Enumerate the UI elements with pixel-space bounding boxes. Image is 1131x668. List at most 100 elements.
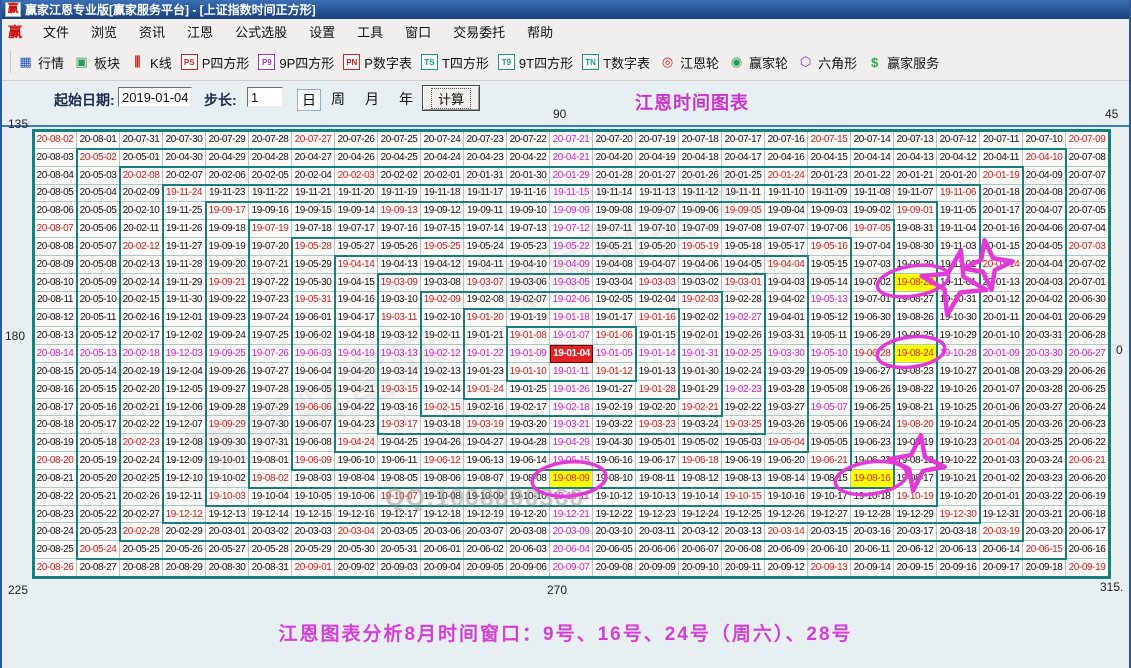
grid-cell-19-04-19: 19-04-19 (335, 345, 378, 363)
grid-cell-20-02-04: 20-02-04 (292, 167, 335, 185)
grid-cell-19-01-17: 19-01-17 (593, 309, 636, 327)
grid-cell-19-02-14: 19-02-14 (421, 381, 464, 399)
grid-cell-19-02-11: 19-02-11 (421, 327, 464, 345)
grid-cell-20-07-27: 20-07-27 (292, 131, 335, 149)
grid-cell-19-10-22: 19-10-22 (937, 452, 980, 470)
grid-cell-19-03-04: 19-03-04 (593, 274, 636, 292)
grid-cell-20-06-07: 20-06-07 (679, 541, 722, 559)
menu-item-窗口[interactable]: 窗口 (394, 25, 442, 40)
grid-cell-20-02-29: 20-02-29 (163, 523, 206, 541)
grid-cell-20-07-29: 20-07-29 (206, 131, 249, 149)
menu-item-交易委托[interactable]: 交易委托 (442, 25, 516, 40)
grid-cell-19-09-10: 19-09-10 (507, 202, 550, 220)
grid-cell-19-09-12: 19-09-12 (421, 202, 464, 220)
grid-cell-20-06-26: 20-06-26 (1066, 363, 1109, 381)
menu-item-帮助[interactable]: 帮助 (516, 25, 564, 40)
grid-cell-19-03-01: 19-03-01 (722, 274, 765, 292)
grid-cell-20-02-09: 20-02-09 (120, 185, 163, 203)
grid-cell-19-04-17: 19-04-17 (335, 309, 378, 327)
start-date-input[interactable] (118, 87, 192, 107)
menu-item-工具[interactable]: 工具 (346, 25, 394, 40)
toolbar-label: 9T四方形 (519, 53, 573, 72)
grid-cell-19-02-25: 19-02-25 (722, 345, 765, 363)
grid-cell-19-04-22: 19-04-22 (335, 399, 378, 417)
grid-cell-20-02-21: 20-02-21 (120, 399, 163, 417)
grid-cell-20-02-26: 20-02-26 (120, 488, 163, 506)
step-input[interactable] (247, 87, 283, 107)
grid-cell-19-10-17: 19-10-17 (808, 488, 851, 506)
grid-cell-19-03-05: 19-03-05 (550, 274, 593, 292)
grid-cell-19-01-12: 19-01-12 (593, 363, 636, 381)
grid-cell-19-11-21: 19-11-21 (292, 185, 335, 203)
calculate-button[interactable]: 计算 (422, 85, 480, 111)
menu-item-资讯[interactable]: 资讯 (128, 25, 176, 40)
toolbar-button-板块[interactable]: ▣板块 (73, 53, 120, 72)
unit-button-周[interactable]: 周 (331, 89, 345, 109)
toolbar-button-P四方形[interactable]: PSP四方形 (181, 53, 250, 72)
unit-button-年[interactable]: 年 (399, 89, 413, 109)
grid-cell-19-12-11: 19-12-11 (163, 488, 206, 506)
menu-item-公式选股[interactable]: 公式选股 (224, 25, 298, 40)
grid-cell-19-03-09: 19-03-09 (378, 274, 421, 292)
grid-cell-20-03-28: 20-03-28 (1023, 381, 1066, 399)
unit-button-日[interactable]: 日 (297, 89, 321, 111)
grid-cell-20-05-30: 20-05-30 (335, 541, 378, 559)
toolbar-button-江恩轮[interactable]: ◎江恩轮 (659, 53, 719, 72)
toolbar-button-T四方形[interactable]: TST四方形 (421, 53, 489, 72)
toolbar-button-六角形[interactable]: ⬡六角形 (797, 53, 857, 72)
grid-cell-19-03-07: 19-03-07 (464, 274, 507, 292)
grid-cell-19-09-24: 19-09-24 (206, 327, 249, 345)
grid-cell-20-01-03: 20-01-03 (980, 452, 1023, 470)
grid-cell-19-09-09: 19-09-09 (550, 202, 593, 220)
toolbar-button-赢家轮[interactable]: ◉赢家轮 (728, 53, 788, 72)
toolbar-button-赢家服务[interactable]: $赢家服务 (866, 53, 939, 72)
grid-cell-19-09-20: 19-09-20 (206, 256, 249, 274)
grid-cell-20-06-23: 20-06-23 (1066, 416, 1109, 434)
grid-cell-19-01-27: 19-01-27 (593, 381, 636, 399)
grid-cell-19-06-22: 19-06-22 (851, 452, 894, 470)
grid-cell-20-01-13: 20-01-13 (980, 274, 1023, 292)
grid-cell-19-10-13: 19-10-13 (636, 488, 679, 506)
winner-wheel-icon: ◉ (728, 54, 745, 70)
menu-item-文件[interactable]: 文件 (32, 25, 80, 40)
toolbar-button-K线[interactable]: ⫼K线 (129, 53, 172, 72)
grid-cell-20-03-31: 20-03-31 (1023, 327, 1066, 345)
grid-cell-19-07-17: 19-07-17 (335, 220, 378, 238)
menu-item-设置[interactable]: 设置 (298, 25, 346, 40)
grid-cell-19-11-11: 19-11-11 (722, 185, 765, 203)
grid-cell-20-09-12: 20-09-12 (765, 559, 808, 577)
grid-cell-20-06-06: 20-06-06 (636, 541, 679, 559)
grid-cell-19-03-24: 19-03-24 (679, 416, 722, 434)
grid-cell-20-01-05: 20-01-05 (980, 416, 1023, 434)
grid-cell-19-05-01: 19-05-01 (636, 434, 679, 452)
grid-cell-20-04-29: 20-04-29 (206, 149, 249, 167)
grid-cell-19-03-12: 19-03-12 (378, 327, 421, 345)
menu-item-浏览[interactable]: 浏览 (80, 25, 128, 40)
grid-cell-19-02-19: 19-02-19 (593, 399, 636, 417)
menu-item-江恩[interactable]: 江恩 (176, 25, 224, 40)
separator-line (2, 125, 1129, 127)
grid-cell-19-05-25: 19-05-25 (421, 238, 464, 256)
grid-cell-19-06-26: 19-06-26 (851, 381, 894, 399)
toolbar-button-9P四方形[interactable]: P99P四方形 (258, 53, 334, 72)
grid-cell-19-01-06: 19-01-06 (593, 327, 636, 345)
toolbar-button-P数字表[interactable]: PNP数字表 (343, 53, 412, 72)
grid-cell-19-04-14: 19-04-14 (335, 256, 378, 274)
toolbar-button-行情[interactable]: ▦行情 (17, 53, 64, 72)
grid-cell-19-07-27: 19-07-27 (249, 363, 292, 381)
step-label: 步长: (204, 90, 237, 110)
grid-cell-19-10-09: 19-10-09 (464, 488, 507, 506)
grid-cell-20-03-21: 20-03-21 (1023, 506, 1066, 524)
unit-button-月[interactable]: 月 (365, 89, 379, 109)
grid-cell-19-06-01: 19-06-01 (292, 309, 335, 327)
grid-cell-19-08-07: 19-08-07 (464, 470, 507, 488)
grid-cell-20-03-01: 20-03-01 (206, 523, 249, 541)
grid-cell-20-07-01: 20-07-01 (1066, 274, 1109, 292)
grid-cell-20-02-11: 20-02-11 (120, 220, 163, 238)
toolbar-button-T数字表[interactable]: TNT数字表 (582, 53, 650, 72)
service-dollar-icon: $ (866, 54, 883, 70)
grid-cell-20-06-01: 20-06-01 (421, 541, 464, 559)
toolbar-button-9T四方形[interactable]: T99T四方形 (498, 53, 573, 72)
grid-cell-19-08-14: 19-08-14 (765, 470, 808, 488)
grid-cell-19-07-29: 19-07-29 (249, 399, 292, 417)
